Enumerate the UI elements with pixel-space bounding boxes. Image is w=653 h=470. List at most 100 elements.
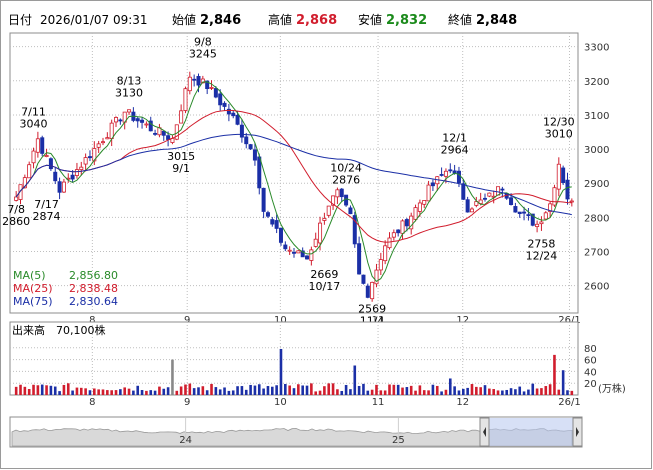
volume-bar [340,390,344,395]
price-tick-label: 2900 [584,179,609,190]
volume-bar [548,384,552,395]
volume-bar [153,390,157,395]
volume-bar [570,390,574,395]
candle-body [209,86,214,89]
candle-body [135,118,140,122]
candle-body [231,112,236,117]
volume-bar [40,384,44,395]
volume-bar [249,384,252,395]
volume-bar [440,391,443,395]
volume-bar [379,390,383,395]
volume-tick-label: 60 [584,356,597,367]
candle-body [404,219,409,227]
candle-body [417,202,422,212]
candle-body [313,238,318,247]
candle-body [257,156,262,189]
volume-bar [527,389,530,395]
candle-body [318,222,323,244]
volume-bar [561,370,565,395]
volume-bar [71,390,74,395]
candle-body [27,164,32,179]
volume-tick-label: 40 [584,367,597,378]
volume-bar [119,389,122,395]
candle-body [187,76,192,92]
volume-latest: 70,100株 [56,323,106,337]
candle-body [556,163,561,190]
candle-body [44,155,49,157]
price-tick-label: 3300 [584,43,609,54]
volume-bar [110,390,113,395]
price-annotation: 12/30 3010 [543,116,575,141]
volume-bar [236,386,239,395]
price-annotation: 2669 10/17 [309,268,341,293]
candle-body [179,110,184,124]
volume-tick-label: 80 [584,344,597,355]
candle-body [222,102,227,107]
candle-body [552,187,557,206]
volume-bar [366,390,370,395]
volume-bar [106,390,109,395]
volume-bar [470,384,474,395]
volume-bar [488,388,491,395]
volume-bar [66,383,70,395]
volume-bar [492,389,495,395]
volume-bar [383,390,387,395]
navigator-selection[interactable] [479,417,583,447]
volume-bar [275,385,278,395]
volume-bar [279,348,283,395]
price-annotation: 7/11 3040 [20,105,48,130]
price-annotation: 10/24 2876 [330,161,362,186]
volume-bar [427,390,430,395]
candle-body [569,200,574,203]
price-tick-label: 2800 [584,213,609,224]
candle-body [61,181,66,193]
volume-x-tick-label: 8 [89,397,95,408]
price-tick-label: 3200 [584,77,609,88]
open-label: 始値 [172,12,196,27]
candle-body [383,245,388,262]
volume-bar [405,387,409,395]
volume-bar [201,386,205,395]
volume-bar [140,389,144,395]
volume-bar [540,388,543,395]
volume-bar [36,385,40,395]
candle-body [283,244,288,250]
candle-body [487,192,492,197]
volume-bar [88,390,92,395]
volume-bar [422,390,426,395]
volume-tick-label: 20 [584,379,597,390]
volume-bar [336,389,339,395]
candle-body [166,135,171,140]
volume-bar [431,384,435,395]
candle-body [35,138,40,153]
volume-bar [132,390,135,395]
volume-bar [214,387,218,395]
volume-bar [479,387,482,395]
candle-body [500,188,505,191]
candle-body [465,199,470,213]
volume-bar [175,390,179,395]
candle-body [370,281,375,300]
candle-body [261,187,266,212]
navigator-range[interactable] [488,418,574,446]
price-annotation: 12/1 2964 [441,131,469,156]
volume-bar [171,359,174,395]
candle-body [274,220,279,229]
volume-bar [231,390,235,395]
volume-bar [462,388,465,395]
candle-body [361,274,366,284]
candle-body [509,197,514,206]
candle-body [357,243,362,275]
volume-bar [401,387,404,395]
price-annotation: 7/17 2874 [33,198,61,223]
volume-bar [344,384,348,395]
volume-bar [179,386,183,395]
candle-body [387,237,392,249]
volume-bar [522,391,526,395]
legend-value: 2,838.48 [69,282,118,295]
volume-bar [496,390,500,395]
volume-bar [14,386,18,395]
legend-value: 2,856.80 [69,269,118,282]
candle-body [252,149,257,161]
volume-bar [218,389,222,395]
